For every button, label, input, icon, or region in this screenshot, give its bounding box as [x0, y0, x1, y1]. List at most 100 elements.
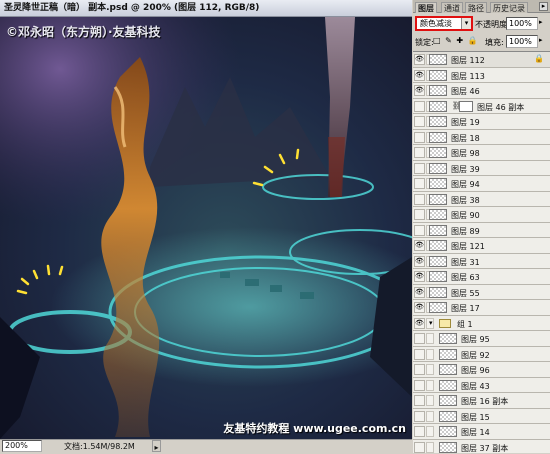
fill-input[interactable]: 100%: [506, 35, 538, 48]
canvas[interactable]: ©邓永昭（东方朔）·友基科技 友基特约教程 www.ugee.com.cn: [0, 17, 412, 439]
lock-row: 锁定: □ ✎ ✚ 🔒 填充: 100% ▸: [413, 35, 550, 49]
eye-icon[interactable]: [414, 426, 425, 437]
layer-name: 图层 31: [451, 257, 480, 267]
eye-icon[interactable]: [414, 348, 425, 360]
eye-icon[interactable]: [414, 209, 425, 220]
eye-icon[interactable]: [414, 193, 425, 205]
link-slot[interactable]: [426, 348, 434, 360]
layer-group-row[interactable]: 👁 ▾ 组 1: [413, 315, 550, 331]
layer-name: 图层 43: [461, 381, 490, 391]
layer-name: 图层 112: [451, 56, 485, 65]
panel-tabs: 图层 通道 路径 历史记录 ▸: [413, 0, 550, 13]
eye-icon[interactable]: 👁: [414, 54, 425, 65]
layer-row[interactable]: 图层 14: [413, 424, 550, 440]
link-slot[interactable]: [426, 395, 434, 406]
eye-icon[interactable]: 👁: [414, 85, 425, 96]
layer-name: 组 1: [457, 319, 473, 329]
blend-mode-select[interactable]: 颜色减淡 ▾: [415, 16, 473, 31]
zoom-field[interactable]: 200%: [2, 440, 42, 452]
dropdown-arrow-icon[interactable]: ▾: [461, 18, 471, 29]
layer-row[interactable]: 图层 43: [413, 377, 550, 393]
doc-info: 文档:1.54M/98.2M: [64, 442, 135, 451]
layer-row[interactable]: 图层 39: [413, 160, 550, 176]
artwork: [0, 17, 412, 439]
layer-row[interactable]: 👁 图层 121: [413, 238, 550, 254]
eye-icon[interactable]: [414, 379, 425, 391]
eye-icon[interactable]: 👁: [414, 69, 425, 81]
layer-thumbnail: [429, 131, 447, 143]
layer-name: 图层 38: [451, 195, 480, 205]
layer-row[interactable]: 👁 图层 17: [413, 300, 550, 316]
layer-row[interactable]: 👁 图层 46: [413, 83, 550, 99]
layer-row[interactable]: 👁 图层 113: [413, 67, 550, 83]
layer-thumbnail: [429, 302, 447, 313]
eye-icon[interactable]: [414, 441, 425, 453]
link-slot[interactable]: [426, 426, 434, 437]
opacity-input[interactable]: 100%: [506, 17, 538, 30]
eye-icon[interactable]: [414, 100, 425, 112]
layer-row[interactable]: 👁 图层 63: [413, 269, 550, 285]
panel-menu-icon[interactable]: ▸: [539, 2, 548, 11]
link-slot[interactable]: [426, 441, 434, 453]
fill-slider-arrow-icon[interactable]: ▸: [539, 36, 543, 44]
eye-icon[interactable]: 👁: [414, 302, 425, 313]
layer-name: 图层 95: [461, 335, 490, 344]
layer-name: 图层 98: [451, 149, 480, 158]
layer-thumbnail: [439, 395, 457, 406]
layer-thumbnail: [429, 193, 447, 205]
lock-options-icon[interactable]: □ ✎ ✚ 🔒: [433, 36, 479, 45]
layer-row[interactable]: 👁 图层 55: [413, 284, 550, 300]
eye-icon[interactable]: 👁: [414, 317, 425, 329]
eye-icon[interactable]: [414, 131, 425, 143]
expand-arrow-icon[interactable]: ▾: [429, 319, 433, 327]
layer-row[interactable]: 图层 16 副本: [413, 393, 550, 409]
layer-row[interactable]: 👁 图层 112 🔒: [413, 52, 550, 68]
eye-icon[interactable]: [414, 147, 425, 158]
layer-row[interactable]: 图层 38: [413, 191, 550, 207]
link-slot[interactable]: [426, 333, 434, 344]
eye-icon[interactable]: 👁: [414, 286, 425, 298]
link-slot[interactable]: [426, 410, 434, 422]
link-slot[interactable]: [426, 379, 434, 391]
eye-icon[interactable]: 👁: [414, 240, 425, 251]
eye-icon[interactable]: [414, 333, 425, 344]
link-slot[interactable]: [426, 364, 434, 375]
layer-name: 图层 39: [451, 164, 480, 174]
layer-row[interactable]: ⛓ 图层 46 副本: [413, 98, 550, 114]
layer-thumbnail: [429, 162, 447, 174]
layer-row[interactable]: 图层 96: [413, 362, 550, 378]
tab-layers[interactable]: 图层: [415, 2, 437, 13]
layer-name: 图层 46 副本: [477, 102, 525, 112]
eye-icon[interactable]: 👁: [414, 271, 425, 282]
status-menu-arrow-icon[interactable]: ▸: [152, 440, 161, 452]
layer-row[interactable]: 图层 95: [413, 331, 550, 347]
layer-row[interactable]: 图层 94: [413, 176, 550, 192]
layer-row[interactable]: 图层 19: [413, 114, 550, 130]
eye-icon[interactable]: [414, 116, 425, 127]
tab-history[interactable]: 历史记录: [490, 2, 528, 13]
layer-row[interactable]: 图层 98: [413, 145, 550, 161]
eye-icon[interactable]: [414, 395, 425, 406]
eye-icon[interactable]: [414, 162, 425, 174]
mask-thumbnail[interactable]: [459, 100, 473, 112]
layer-row[interactable]: 图层 90: [413, 207, 550, 223]
layer-row[interactable]: 👁 图层 31: [413, 253, 550, 269]
document-window[interactable]: 圣灵降世正稿（暗） 副本.psd @ 200% (图层 112, RGB/8): [0, 0, 412, 453]
eye-icon[interactable]: [414, 410, 425, 422]
layer-row[interactable]: 图层 37 副本: [413, 439, 550, 453]
opacity-slider-arrow-icon[interactable]: ▸: [539, 18, 543, 26]
eye-icon[interactable]: 👁: [414, 255, 425, 267]
watermark-bottom: 友基特约教程 www.ugee.com.cn: [223, 422, 406, 435]
layer-row[interactable]: 图层 92: [413, 346, 550, 362]
layer-thumbnail: [429, 209, 447, 220]
tab-paths[interactable]: 路径: [465, 2, 487, 13]
layer-thumbnail: [429, 286, 447, 298]
tab-channels[interactable]: 通道: [441, 2, 463, 13]
eye-icon[interactable]: [414, 178, 425, 189]
eye-icon[interactable]: [414, 224, 425, 236]
layer-name: 图层 63: [451, 273, 480, 282]
layer-row[interactable]: 图层 18: [413, 129, 550, 145]
layer-row[interactable]: 图层 89: [413, 222, 550, 238]
eye-icon[interactable]: [414, 364, 425, 375]
layer-row[interactable]: 图层 15: [413, 408, 550, 424]
